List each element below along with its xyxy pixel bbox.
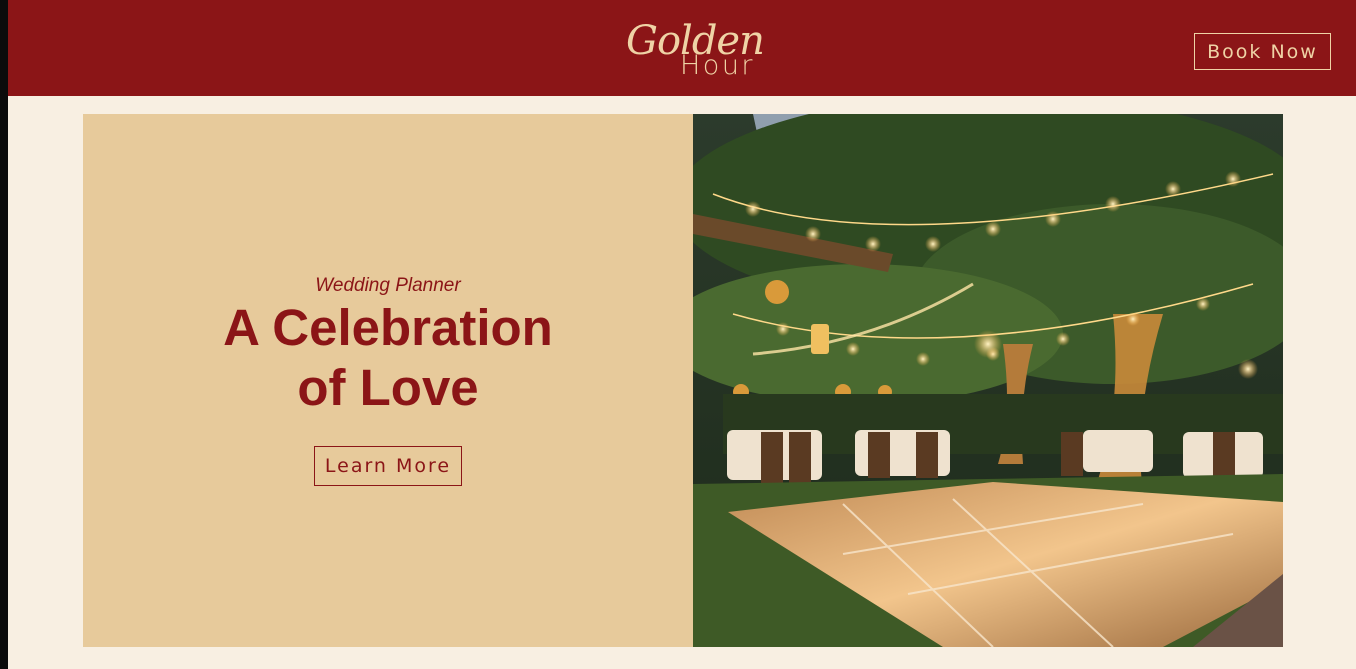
hero-photo — [693, 114, 1283, 647]
hero-kicker: Wedding Planner — [315, 275, 461, 296]
learn-more-button[interactable]: Learn More — [314, 446, 462, 486]
venue-photo-illustration — [693, 114, 1283, 647]
hero-headline: A Celebration of Love — [83, 298, 693, 418]
site-header: Golden Hour Book Now — [8, 0, 1356, 96]
brand-logo[interactable]: Golden Hour — [618, 14, 768, 86]
window-left-edge — [0, 0, 8, 669]
book-now-button[interactable]: Book Now — [1194, 33, 1331, 70]
headline-line-2: of Love — [297, 359, 479, 416]
hero-text-panel: Wedding Planner A Celebration of Love Le… — [83, 114, 693, 647]
headline-line-1: A Celebration — [223, 299, 553, 356]
logo-sub-text: Hour — [680, 50, 756, 81]
